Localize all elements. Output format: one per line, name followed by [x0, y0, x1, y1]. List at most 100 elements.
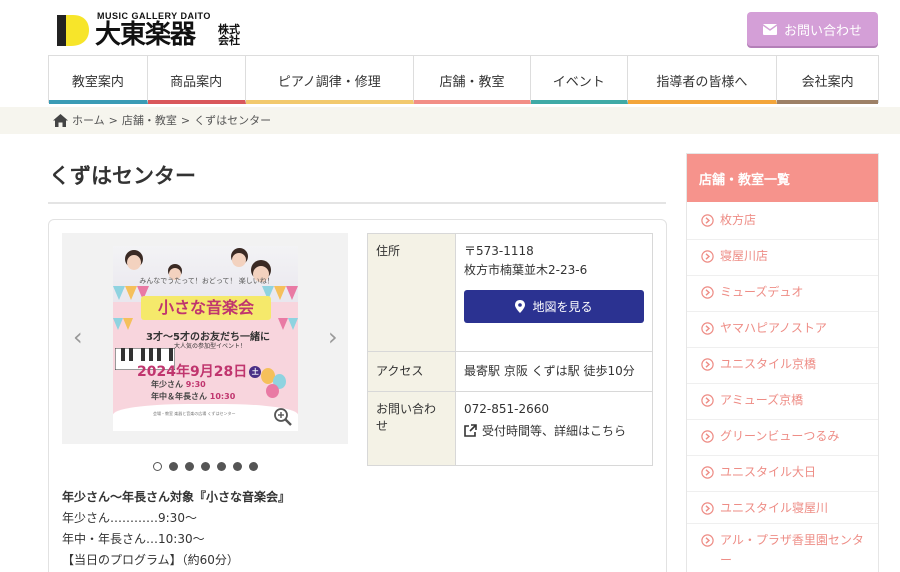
sidebar-divider: [687, 275, 878, 276]
poster-time-label: 年中＆年長さん: [151, 392, 207, 401]
arrow-circle-right-icon: [701, 322, 714, 335]
sidebar-store-link[interactable]: ユニスタイル大日: [701, 462, 873, 482]
arrow-circle-right-icon: [701, 358, 714, 371]
info-label: お問い合わせ: [367, 391, 456, 466]
sidebar-store-link[interactable]: ユニスタイル京橋: [701, 354, 873, 374]
sidebar-store-label: 枚方店: [720, 213, 757, 227]
poster-footer-text: 会場・教室 楽器と音楽の広場 くずはセンター: [153, 411, 236, 416]
main-nav: 教室案内 商品案内 ピアノ調律・修理 店舗・教室 イベント 指導者の皆様へ 会社案内: [48, 55, 879, 104]
sidebar-store-link[interactable]: アル・プラザ香里園センター: [701, 530, 873, 570]
nav-item[interactable]: 指導者の皆様へ: [627, 56, 778, 104]
logo-company-type: 株式会社: [218, 23, 240, 47]
info-value: 〒573-1118 枚方市楠葉並木2-23-6 地図を見る: [455, 233, 653, 352]
image-slider: ‹ › みんなでうたって！おどって！ 楽しいね！ 小さな音楽会 3才〜5才のお友…: [62, 233, 348, 444]
map-button[interactable]: 地図を見る: [464, 290, 644, 323]
map-pin-icon: [515, 300, 526, 313]
arrow-circle-right-icon: [701, 430, 714, 443]
poster-footer: [113, 404, 298, 431]
event-detail-line: 【当日のプログラム】（約60分）: [62, 553, 239, 567]
phone-number[interactable]: 072-851-2660: [464, 400, 644, 419]
breadcrumb-home[interactable]: ホーム: [72, 112, 105, 128]
contact-details-link[interactable]: 受付時間等、詳細はこちら: [464, 422, 644, 439]
site-logo[interactable]: MUSIC GALLERY DAITO 大東楽器 株式会社: [55, 11, 255, 51]
sidebar-divider: [687, 455, 878, 456]
contact-button[interactable]: お問い合わせ: [747, 12, 878, 46]
slider-prev-button[interactable]: ‹: [73, 325, 83, 349]
nav-item[interactable]: 会社案内: [777, 56, 878, 104]
store-list-sidebar: 店舗・教室一覧 枚方店 寝屋川店 ミューズデュオ ヤマハピアノストア ユニスタイル京橋ア…: [686, 153, 879, 572]
title-divider: [48, 202, 666, 204]
sidebar-store-label: ミューズデュオ: [720, 285, 804, 299]
sidebar-store-link[interactable]: ミューズデュオ: [701, 282, 873, 302]
logo-name: 大東楽器: [95, 20, 196, 50]
nav-item[interactable]: 教室案内: [49, 56, 148, 104]
breadcrumb-parent[interactable]: 店舗・教室: [122, 112, 177, 128]
arrow-circle-right-icon: [701, 534, 714, 547]
slider-next-button[interactable]: ›: [328, 325, 338, 349]
external-link-icon: [464, 424, 477, 437]
event-detail-line: 年中・年長さん…10:30〜: [62, 532, 205, 546]
map-button-label: 地図を見る: [532, 300, 593, 314]
balloon-icon: [266, 384, 279, 398]
poster-time-row: 年中＆年長さん 10:30: [151, 391, 235, 402]
sidebar-store-label: ヤマハピアノストア: [720, 321, 827, 335]
slider-dot[interactable]: [217, 462, 226, 471]
arrow-circle-right-icon: [701, 502, 714, 515]
postal-code: 〒573-1118: [464, 244, 534, 258]
envelope-icon: [762, 23, 777, 35]
poster-tagline: みんなでうたって！おどって！ 楽しいね！: [139, 277, 274, 285]
slider-dot[interactable]: [201, 462, 210, 471]
info-value: 072-851-2660 受付時間等、詳細はこちら: [455, 391, 653, 466]
arrow-circle-right-icon: [701, 394, 714, 407]
address: 枚方市楠葉並木2-23-6: [464, 263, 588, 277]
arrow-circle-right-icon: [701, 214, 714, 227]
slider-dot[interactable]: [185, 462, 194, 471]
sidebar-store-label: ユニスタイル大日: [720, 465, 817, 479]
contact-details-label: 受付時間等、詳細はこちら: [482, 424, 627, 438]
page-title: くずはセンター: [49, 164, 196, 188]
breadcrumb-current: くずはセンター: [194, 114, 272, 127]
poster-time: 9:30: [185, 380, 206, 389]
nav-item[interactable]: イベント: [530, 56, 628, 104]
info-label: 住所: [367, 233, 456, 352]
breadcrumb-separator: >: [180, 113, 191, 127]
arrow-circle-right-icon: [701, 466, 714, 479]
slider-dot[interactable]: [233, 462, 242, 471]
breadcrumb: ホーム > 店舗・教室 > くずはセンター: [53, 112, 271, 128]
slider-dot[interactable]: [249, 462, 258, 471]
zoom-icon[interactable]: [273, 407, 293, 427]
poster-date-text: 2024年9月28日: [137, 364, 248, 380]
contact-button-label: お問い合わせ: [783, 23, 862, 39]
sidebar-store-label: グリーンビューつるみ: [720, 429, 840, 443]
nav-item[interactable]: ピアノ調律・修理: [245, 56, 415, 104]
poster-title: 小さな音楽会: [141, 296, 271, 320]
poster-time: 10:30: [209, 392, 236, 401]
home-icon[interactable]: [53, 113, 68, 127]
sidebar-store-link[interactable]: 枚方店: [701, 210, 873, 230]
info-row-contact: お問い合わせ 072-851-2660 受付時間等、詳細はこちら: [367, 391, 653, 466]
sidebar-divider: [687, 523, 878, 524]
sidebar-store-link[interactable]: アミューズ京橋: [701, 390, 873, 410]
info-row-address: 住所 〒573-1118 枚方市楠葉並木2-23-6 地図を見る: [367, 233, 653, 352]
event-detail-line: 年少さん…………9:30〜: [62, 511, 197, 525]
store-info-table: 住所 〒573-1118 枚方市楠葉並木2-23-6 地図を見る アクセス 最寄…: [367, 233, 653, 466]
sidebar-store-link[interactable]: 寝屋川店: [701, 246, 873, 266]
sidebar-divider: [687, 383, 878, 384]
sidebar-store-label: アル・プラザ香里園センター: [720, 533, 864, 567]
sidebar-divider: [687, 491, 878, 492]
poster-person: [127, 255, 141, 270]
slider-dot[interactable]: [153, 462, 162, 471]
slider-dot[interactable]: [169, 462, 178, 471]
poster-date: 2024年9月28日土: [137, 361, 262, 381]
poster-day-badge: 土: [249, 366, 262, 378]
sidebar-divider: [687, 419, 878, 420]
sidebar-store-link[interactable]: グリーンビューつるみ: [701, 426, 873, 446]
arrow-circle-right-icon: [701, 250, 714, 263]
event-poster[interactable]: みんなでうたって！おどって！ 楽しいね！ 小さな音楽会 3才〜5才のお友だち一緒…: [113, 246, 298, 431]
nav-item[interactable]: 店舗・教室: [414, 56, 531, 104]
sidebar-store-link[interactable]: ユニスタイル寝屋川: [701, 498, 873, 518]
poster-time-label: 年少さん: [151, 380, 183, 389]
sidebar-store-link[interactable]: ヤマハピアノストア: [701, 318, 873, 338]
info-row-access: アクセス 最寄駅 京阪 くずは駅 徒歩10分: [367, 351, 653, 392]
nav-item[interactable]: 商品案内: [147, 56, 246, 104]
